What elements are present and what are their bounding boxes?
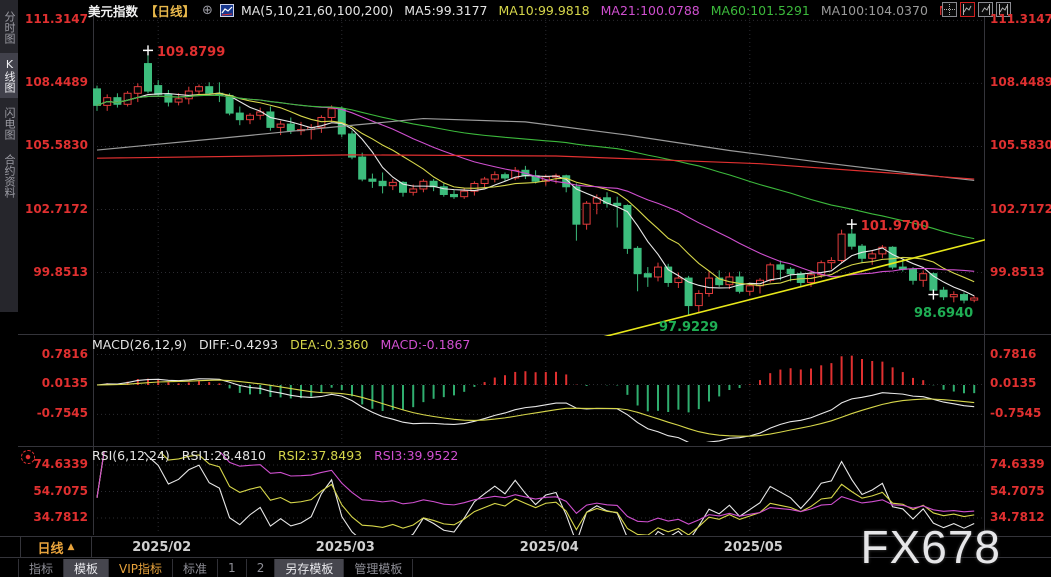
sidebar-tab-active[interactable]: K线图 — [0, 53, 18, 98]
period-tag: 【日线】 — [145, 1, 195, 20]
ma-legend-item: MA10:99.9818 — [498, 3, 589, 18]
toolbar-item[interactable]: 模板 — [64, 559, 109, 577]
date-tick-label: 2025/05 — [724, 540, 783, 555]
ma-legend: MA(5,10,21,60,100,200) MA5:99.3177 MA10:99… — [241, 3, 961, 18]
dual-axis-chart-icon[interactable] — [996, 2, 1011, 17]
price-annotation: 98.6940 — [914, 306, 973, 321]
period-label: 日线 — [38, 538, 64, 557]
ma-legend-item: MA5:99.3177 — [404, 3, 487, 18]
ma-legend-item: MA(5,10,21,60,100,200) — [241, 3, 393, 18]
indicator-value: RSI(6,12,24) — [92, 448, 170, 463]
indicator-value: DIFF:-0.4293 — [199, 337, 278, 352]
right-axis-chart-icon[interactable] — [978, 2, 993, 17]
chart-header: 美元指数 【日线】 ⊕ MA(5,10,21,60,100,200) MA5:99… — [88, 0, 1051, 21]
indicator-value: RSI3:39.9522 — [374, 448, 458, 463]
indicator-value: RSI2:37.8493 — [278, 448, 362, 463]
rsi-header: RSI(6,12,24) RSI1:28.4810 RSI2:37.8493 RSI3… — [92, 448, 470, 462]
expand-icon[interactable]: ⊕ — [202, 3, 213, 18]
date-tick-label: 2025/02 — [132, 540, 191, 555]
left-axis-chart-icon[interactable] — [960, 2, 975, 17]
indicator-settings-icon[interactable] — [21, 450, 35, 464]
date-tick-label: 2025/04 — [520, 540, 579, 555]
chart-layout-icons — [942, 2, 1011, 17]
ma-legend-item: MA21:100.0788 — [601, 3, 700, 18]
macd-histogram — [97, 356, 974, 413]
sidebar-tab-item[interactable]: 合约资料 — [0, 149, 18, 203]
toolbar-item[interactable]: 2 — [247, 559, 276, 577]
candlestick-chart[interactable]: 109.8799 101.9700 97.9229 98.6940 — [0, 0, 1051, 577]
period-dropdown-icon: ▲ — [68, 542, 75, 552]
sidebar: 分时图 K线图闪电图合约资料 — [0, 0, 18, 312]
ma-legend-item: MA100:104.0370 — [821, 3, 928, 18]
toolbar-item[interactable]: VIP指标 — [109, 559, 173, 577]
price-annotation: 97.9229 — [659, 320, 718, 335]
indicator-value: RSI1:28.4810 — [182, 448, 266, 463]
sidebar-tab-item[interactable]: 分时图 — [0, 6, 18, 49]
symbol-title: 美元指数 — [88, 1, 138, 20]
watermark: FX678 — [860, 520, 1001, 574]
toolbar-item[interactable]: 另存模板 — [275, 559, 344, 577]
toolbar-item[interactable]: 指标 — [18, 559, 64, 577]
period-selector[interactable]: 日线 ▲ — [20, 537, 92, 557]
sidebar-tab-item[interactable]: 闪电图 — [0, 102, 18, 145]
price-annotation: 101.9700 — [861, 219, 929, 234]
indicator-value: MACD:-0.1867 — [380, 337, 470, 352]
date-tick-label: 2025/03 — [316, 540, 375, 555]
price-annotation: 109.8799 — [157, 45, 225, 60]
toolbar-item[interactable]: 标准 — [173, 559, 218, 577]
chart-app: 109.8799 101.9700 97.9229 98.6940 分时图 K线图闪电图… — [0, 0, 1051, 577]
macd-header: MACD(26,12,9) DIFF:-0.4293 DEA:-0.3360 MACD… — [92, 337, 482, 351]
toolbar-item[interactable]: 1 — [218, 559, 247, 577]
chart-type-icon[interactable] — [220, 4, 234, 17]
toolbar-item[interactable]: 管理模板 — [344, 559, 413, 577]
pan-icon[interactable] — [942, 2, 957, 17]
indicator-value: MACD(26,12,9) — [92, 337, 187, 352]
indicator-value: DEA:-0.3360 — [290, 337, 368, 352]
ma-legend-item: MA60:101.5291 — [711, 3, 810, 18]
